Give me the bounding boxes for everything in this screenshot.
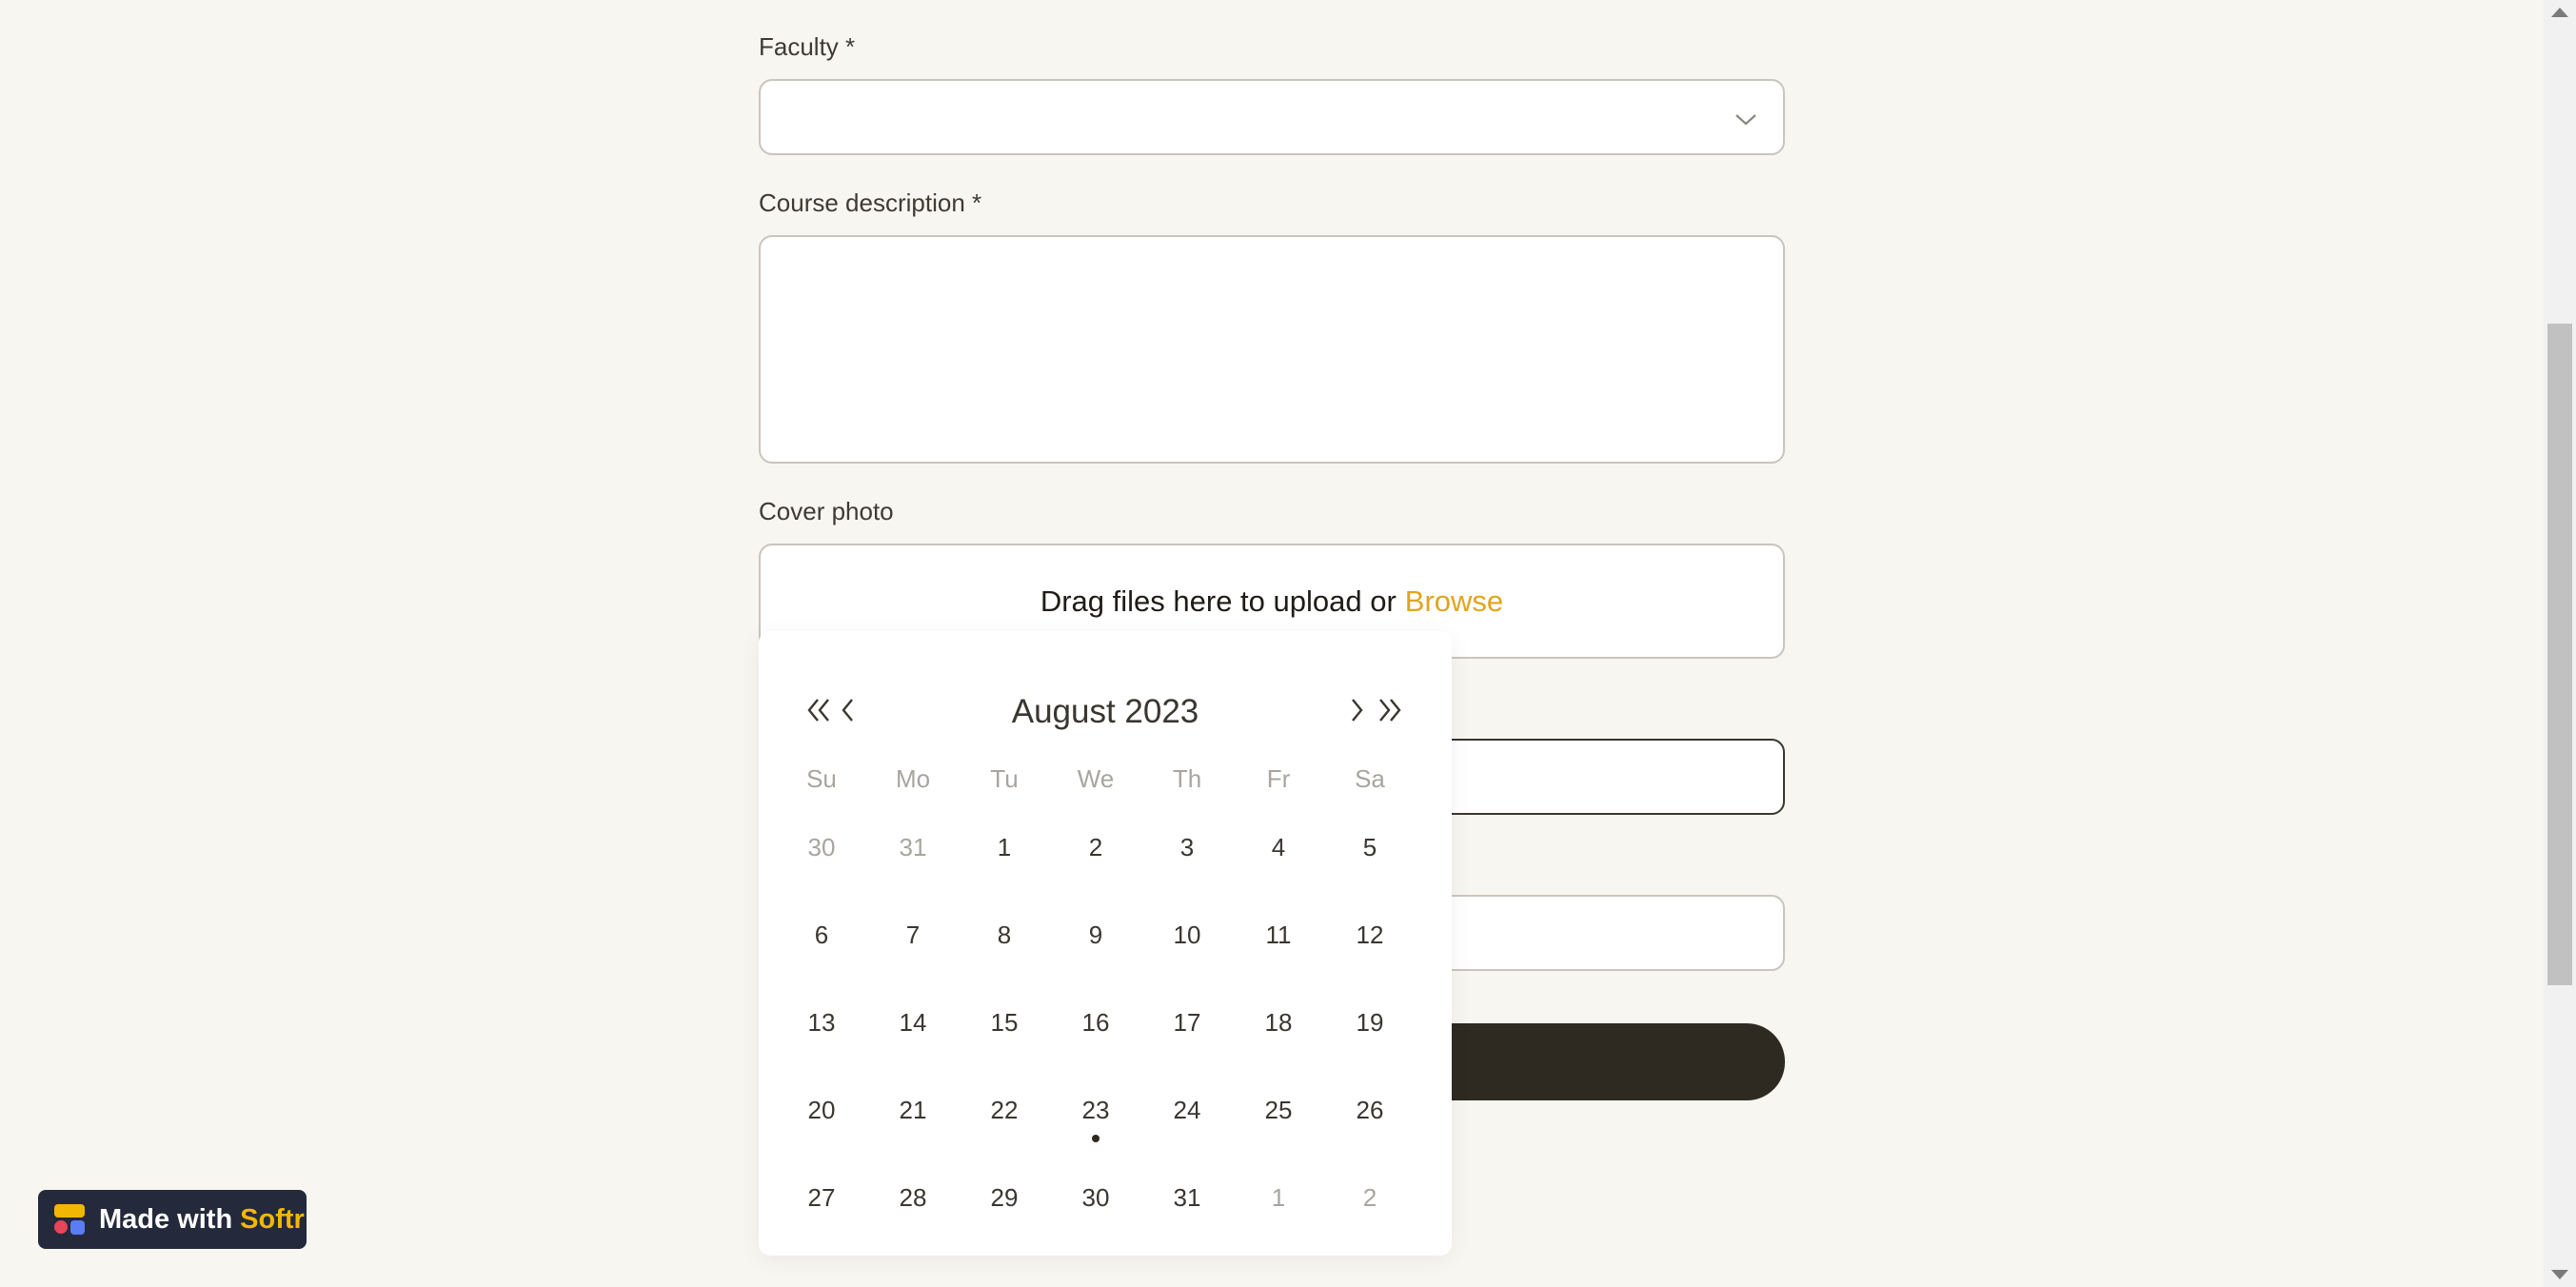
prev-month-button[interactable] [839,691,858,729]
calendar-day[interactable]: 13 [776,1003,867,1091]
calendar-day[interactable]: 14 [867,1003,959,1091]
calendar-day[interactable]: 5 [1324,828,1416,916]
double-chevron-right-icon [1379,699,1401,722]
calendar-day[interactable]: 30 [1050,1178,1141,1266]
weekday-header-row: Su Mo Tu We Th Fr Sa [776,760,1416,798]
cover-photo-label: Cover photo [759,497,894,525]
calendar-day[interactable]: 1 [1233,1178,1324,1266]
weekday-label: Sa [1355,764,1385,793]
calendar-day[interactable]: 19 [1324,1003,1416,1091]
calendar-day[interactable]: 12 [1324,916,1416,1003]
weekday-label: Th [1172,764,1202,793]
calendar-day[interactable]: 4 [1233,828,1324,916]
calendar-week-row: 13 14 15 16 17 18 19 [776,1003,1416,1091]
next-month-button[interactable] [1347,691,1366,729]
weekday-label: Su [806,764,837,793]
calendar-week-row: 27 28 29 30 31 1 2 [776,1178,1416,1266]
calendar-week-row: 30 31 1 2 3 4 5 [776,828,1416,916]
chevron-right-icon [1352,699,1363,722]
upload-instructions: Drag files here to upload or [1040,584,1397,618]
page-scrollbar[interactable] [2544,0,2576,1287]
calendar-week-row: 6 7 8 9 10 11 12 [776,916,1416,1003]
calendar-day[interactable]: 25 [1233,1091,1324,1178]
calendar-day[interactable]: 28 [867,1178,959,1266]
next-year-button[interactable] [1376,691,1404,729]
calendar-day[interactable]: 10 [1141,916,1233,1003]
calendar-day[interactable]: 6 [776,916,867,1003]
faculty-label: Faculty * [759,32,856,61]
prev-year-button[interactable] [804,691,833,729]
calendar-day[interactable]: 30 [776,828,867,916]
calendar-day[interactable]: 24 [1141,1091,1233,1178]
calendar-day-today[interactable]: 23 [1050,1091,1141,1178]
scroll-thumb[interactable] [2547,324,2572,985]
badge-brand-text: Softr [240,1203,305,1235]
calendar-day[interactable]: 26 [1324,1091,1416,1178]
calendar-day[interactable]: 31 [867,828,959,916]
weekday-label: We [1077,764,1115,793]
calendar-day[interactable]: 2 [1050,828,1141,916]
calendar-day[interactable]: 11 [1233,916,1324,1003]
calendar-day[interactable]: 8 [959,916,1050,1003]
calendar-day[interactable]: 17 [1141,1003,1233,1091]
weekday-label: Fr [1266,764,1291,793]
scroll-up-arrow-icon[interactable] [2551,8,2568,17]
calendar-day[interactable]: 9 [1050,916,1141,1003]
weekday-label: Tu [990,764,1019,793]
calendar-header: August 2023 [759,683,1452,741]
weekday-label: Mo [895,764,931,793]
date-picker-popup: August 2023 Su Mo Tu We Th Fr Sa 30 31 1… [759,631,1452,1256]
scroll-down-arrow-icon[interactable] [2551,1270,2568,1279]
calendar-day[interactable]: 2 [1324,1178,1416,1266]
badge-prefix-text: Made with [99,1203,233,1235]
calendar-day[interactable]: 18 [1233,1003,1324,1091]
double-chevron-left-icon [807,699,829,722]
faculty-select[interactable] [759,79,1785,155]
calendar-day-number: 23 [1081,1096,1110,1124]
calendar-day[interactable]: 7 [867,916,959,1003]
calendar-day[interactable]: 29 [959,1178,1050,1266]
softr-logo-icon [54,1204,85,1235]
browse-link[interactable]: Browse [1405,584,1503,619]
calendar-week-row: 20 21 22 23 24 25 26 [776,1091,1416,1178]
calendar-day[interactable]: 15 [959,1003,1050,1091]
chevron-down-icon [1735,114,1756,126]
calendar-day[interactable]: 21 [867,1091,959,1178]
calendar-day[interactable]: 16 [1050,1003,1141,1091]
calendar-day[interactable]: 31 [1141,1178,1233,1266]
calendar-day[interactable]: 3 [1141,828,1233,916]
calendar-day[interactable]: 22 [959,1091,1050,1178]
course-description-textarea[interactable] [759,235,1785,464]
made-with-softr-badge[interactable]: Made with Softr [38,1190,307,1249]
today-indicator-dot [1092,1135,1100,1142]
calendar-day[interactable]: 20 [776,1091,867,1178]
course-description-label: Course description * [759,188,982,217]
chevron-left-icon [842,699,853,722]
calendar-day[interactable]: 1 [959,828,1050,916]
calendar-day[interactable]: 27 [776,1178,867,1266]
